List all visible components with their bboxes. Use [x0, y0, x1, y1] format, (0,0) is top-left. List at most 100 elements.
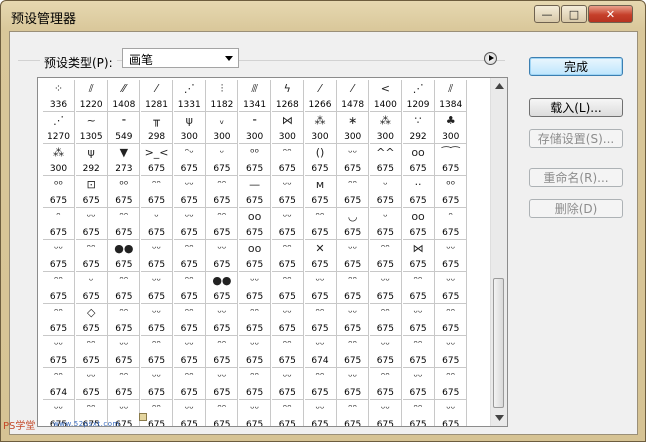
brush-preset-item[interactable]: ᵔᵔ 675 — [304, 208, 337, 240]
brush-preset-item[interactable]: ᵕᵕ 675 — [206, 304, 239, 336]
brush-preset-item[interactable]: ᵔᵔ 675 — [337, 336, 370, 368]
preset-type-select[interactable]: 画笔 — [122, 48, 239, 68]
brush-preset-item[interactable]: ●● 675 — [206, 272, 239, 304]
brush-preset-item[interactable]: ᵔᵔ 675 — [337, 272, 370, 304]
scroll-up-button[interactable] — [491, 78, 507, 94]
brush-preset-item[interactable]: ᵕᵕ 675 — [304, 272, 337, 304]
brush-preset-item[interactable]: ᵔᵕ 675 — [173, 144, 206, 176]
brush-preset-item[interactable]: ᵕ 675 — [141, 208, 174, 240]
brush-preset-item[interactable]: ⋈ 675 — [402, 240, 435, 272]
brush-preset-item[interactable]: ᵔᵔ 675 — [206, 336, 239, 368]
resize-grip-icon[interactable] — [139, 413, 147, 421]
brush-preset-item[interactable]: ⁂ 300 — [43, 144, 75, 176]
brush-preset-item[interactable]: ⁂ 300 — [304, 112, 337, 144]
brush-preset-item[interactable]: ᵔᵔ 675 — [141, 336, 174, 368]
brush-preset-item[interactable]: ᵕᵕ 675 — [337, 144, 370, 176]
brush-preset-item[interactable]: ᵒᵒ 675 — [108, 176, 141, 208]
brush-preset-item[interactable]: ⋈ 300 — [271, 112, 304, 144]
brush-preset-item[interactable]: ᵔᵔ 675 — [239, 368, 272, 400]
brush-preset-item[interactable]: ᵕᵕ 675 — [108, 336, 141, 368]
brush-preset-item[interactable]: ᵔᵔ 675 — [435, 368, 468, 400]
brush-preset-item[interactable]: ᵕᵕ 675 — [305, 400, 337, 426]
brush-preset-item[interactable]: ╥ 298 — [141, 112, 174, 144]
brush-preset-item[interactable]: ᵔᵔ 675 — [271, 144, 304, 176]
save-settings-button[interactable]: 存储设置(S)... — [529, 129, 623, 148]
brush-preset-item[interactable]: ᵔᵔ 675 — [108, 304, 141, 336]
brush-preset-item[interactable]: ᵔᵔ 675 — [108, 272, 141, 304]
brush-preset-item[interactable]: ᵕᵕ 675 — [239, 336, 272, 368]
brush-preset-item[interactable]: ᵕᵕ 675 — [271, 208, 304, 240]
brush-preset-item[interactable]: oo 675 — [402, 208, 435, 240]
brush-preset-item[interactable]: ᵕᵕ 675 — [239, 272, 272, 304]
brush-preset-item[interactable]: ᵔ 675 — [435, 208, 468, 240]
brush-preset-item[interactable]: ⁃ 300 — [239, 112, 272, 144]
brush-preset-item[interactable]: ᵕᵕ 675 — [435, 240, 468, 272]
brush-preset-item[interactable]: ᵕᵕ 675 — [369, 336, 402, 368]
brush-preset-item[interactable]: ⋰ 1331 — [173, 80, 206, 112]
brush-preset-item[interactable]: ᵔᵔ 675 — [271, 272, 304, 304]
brush-preset-item[interactable]: ᵕᵕ 674 — [304, 336, 337, 368]
brush-preset-item[interactable]: >_< 675 — [141, 144, 174, 176]
brush-preset-item[interactable]: ᵔᵔ 675 — [271, 240, 304, 272]
brush-preset-item[interactable]: ᵔᵔ 675 — [402, 272, 435, 304]
brush-preset-item[interactable]: ᵔᵔ 675 — [206, 176, 239, 208]
brush-preset-item[interactable]: ᵔᵔ 675 — [369, 240, 402, 272]
brush-preset-item[interactable]: ᵔᵔ 675 — [304, 368, 337, 400]
brush-preset-item[interactable]: ᵕᵕ 675 — [174, 400, 206, 426]
vertical-scrollbar[interactable] — [490, 78, 507, 426]
brush-preset-item[interactable]: ᵔᵔ 675 — [206, 208, 239, 240]
brush-preset-item[interactable]: ᵕᵕ 675 — [435, 272, 468, 304]
brush-preset-item[interactable]: ▼ 273 — [108, 144, 141, 176]
brush-preset-item[interactable]: ᵕᵕ 675 — [435, 336, 468, 368]
brush-preset-item[interactable]: ᵕᵕ 675 — [75, 368, 108, 400]
brush-preset-item[interactable]: ∵ 292 — [402, 112, 435, 144]
done-button[interactable]: 完成 — [529, 57, 623, 76]
brush-preset-item[interactable]: ᵕᵕ 675 — [173, 336, 206, 368]
brush-preset-item[interactable]: ϟ 1268 — [271, 80, 304, 112]
brush-preset-item[interactable]: oo 675 — [239, 208, 272, 240]
brush-preset-item[interactable]: ᵕᵕ 675 — [337, 240, 370, 272]
scroll-down-button[interactable] — [491, 410, 507, 426]
brush-preset-item[interactable]: ᵥ 300 — [206, 112, 239, 144]
brush-preset-item[interactable]: ·· 675 — [402, 176, 435, 208]
brush-preset-item[interactable]: ᵒᵒ 675 — [43, 176, 75, 208]
brush-preset-item[interactable]: ψ 292 — [75, 144, 108, 176]
brush-preset-item[interactable]: ᵕ 675 — [369, 208, 402, 240]
brush-preset-item[interactable]: ●● 675 — [108, 240, 141, 272]
brush-preset-item[interactable]: ᵔᵔ 675 — [337, 176, 370, 208]
brush-preset-item[interactable]: ᵔᵔ 675 — [369, 368, 402, 400]
brush-preset-item[interactable]: ᵔᵔ 675 — [239, 304, 272, 336]
brush-preset-item[interactable]: ᵔᵔ 675 — [337, 400, 370, 426]
brush-preset-item[interactable]: ᵕ 675 — [369, 176, 402, 208]
brush-preset-item[interactable]: ᵔᵔ 675 — [75, 336, 108, 368]
brush-preset-item[interactable]: ᵕᵕ 675 — [271, 368, 304, 400]
brush-preset-item[interactable]: ⁂ 300 — [369, 112, 402, 144]
brush-preset-item[interactable]: ᵔᵔ 675 — [206, 400, 239, 426]
brush-preset-item[interactable]: ᵒᵒ 675 — [435, 176, 468, 208]
brush-preset-item[interactable]: — 675 — [239, 176, 272, 208]
brush-preset-item[interactable]: ◡ 675 — [337, 208, 370, 240]
brush-preset-item[interactable]: ᵕᵕ 675 — [173, 208, 206, 240]
brush-preset-item[interactable]: ⫽ 1220 — [75, 80, 108, 112]
panel-menu-button[interactable] — [484, 52, 497, 65]
brush-preset-item[interactable]: ᵔᵔ 675 — [108, 208, 141, 240]
brush-preset-item[interactable]: ᵔᵔ 675 — [403, 400, 435, 426]
brush-preset-item[interactable]: <1400 — [369, 80, 402, 112]
brush-preset-item[interactable]: ^^ 675 — [369, 144, 402, 176]
scroll-thumb[interactable] — [493, 278, 504, 408]
brush-preset-item[interactable]: ᵔᵔ 675 — [402, 336, 435, 368]
brush-preset-item[interactable]: ᵕᵕ 675 — [141, 304, 174, 336]
brush-preset-item[interactable]: ᵔᵔ 675 — [141, 176, 174, 208]
brush-preset-item[interactable]: ψ 300 — [173, 112, 206, 144]
brush-preset-item[interactable]: ᵕᵕ 675 — [337, 304, 370, 336]
brush-preset-item[interactable]: ᵔᵔ 675 — [43, 304, 75, 336]
load-button[interactable]: 载入(L)... — [529, 98, 623, 117]
brush-preset-item[interactable]: ᵕ 675 — [206, 144, 239, 176]
brush-preset-item[interactable]: ᵒᵒ 675 — [239, 144, 272, 176]
brush-preset-item[interactable]: ᵔᵔ 675 — [108, 368, 141, 400]
brush-preset-item[interactable]: ᵕᵕ 675 — [75, 208, 108, 240]
brush-preset-item[interactable]: ᵕᵕ 675 — [271, 304, 304, 336]
rename-button[interactable]: 重命名(R)... — [529, 168, 623, 187]
brush-preset-item[interactable]: ⁄ 1281 — [141, 80, 174, 112]
brush-preset-item[interactable]: ᵕᵕ 675 — [141, 368, 174, 400]
